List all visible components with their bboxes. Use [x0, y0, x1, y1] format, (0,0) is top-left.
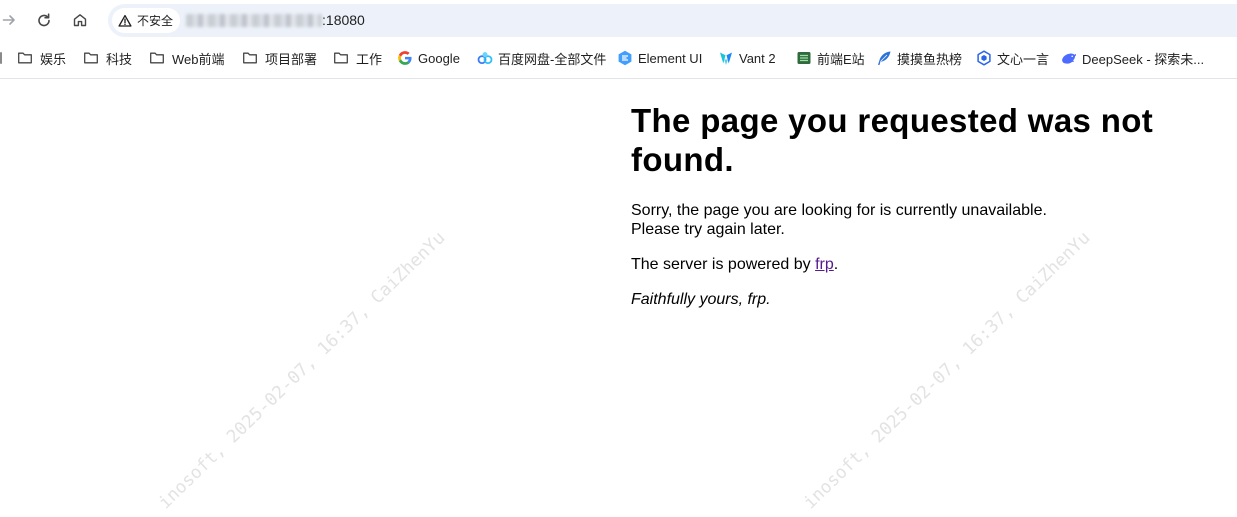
error-description-line-1: Sorry, the page you are looking for is c…: [631, 202, 1047, 219]
frp-link[interactable]: frp: [815, 256, 834, 273]
bookmark-momoyu[interactable]: 摸摸鱼热榜: [876, 45, 962, 71]
page-title: The page you requested was not found.: [631, 102, 1154, 178]
bookmark-frontend-e-station[interactable]: 前端E站: [796, 45, 865, 71]
bookmark-label: 娱乐: [40, 51, 67, 67]
bookmarks-bar: 娱乐 科技 Web前端 项目部署 工作 Google 百度网盘-全部文件 Ele…: [0, 44, 1237, 74]
reload-icon: [38, 13, 50, 27]
home-icon: [73, 14, 87, 27]
signature-text: Faithfully yours, frp.: [631, 291, 771, 308]
folder-icon: [243, 52, 257, 64]
bookmark-label: Google: [418, 50, 460, 66]
bookmark-element-ui[interactable]: Element UI: [617, 45, 702, 71]
security-label: 不安全: [137, 14, 174, 28]
bookmark-baidu-netdisk[interactable]: 百度网盘-全部文件: [477, 45, 606, 71]
folder-icon: [334, 52, 348, 64]
bookmark-label: 文心一言: [997, 51, 1050, 67]
baidu-netdisk-icon: [477, 52, 493, 65]
warning-triangle-icon: [118, 14, 132, 27]
folder-icon: [84, 52, 98, 64]
bookmark-google[interactable]: Google: [397, 45, 460, 71]
security-chip[interactable]: 不安全: [112, 8, 181, 33]
browser-chrome: 不安全 :18080 娱乐 科技 Web前端 项目部署 工作 Google 百度…: [0, 0, 1237, 79]
signature: Faithfully yours, frp.: [631, 290, 1191, 309]
powered-by-prefix: The server is powered by: [631, 256, 816, 273]
watermark-left: inosoft, 2025-02-07, 16:37, CaiZhenYu: [155, 228, 450, 514]
powered-by-suffix: .: [833, 256, 839, 273]
bookmark-folder-work[interactable]: 工作: [333, 45, 382, 71]
bookmark-label: 摸摸鱼热榜: [897, 51, 963, 67]
error-description: Sorry, the page you are looking for is c…: [631, 201, 1191, 239]
bookmark-label: Vant 2: [739, 50, 776, 66]
address-bar[interactable]: 不安全 :18080: [108, 4, 1237, 37]
folder-icon: [18, 52, 32, 64]
bookmark-label: Element UI: [638, 50, 703, 66]
home-button[interactable]: [64, 4, 96, 36]
google-icon: [398, 51, 412, 65]
powered-by-text: The server is powered by frp.: [631, 255, 1191, 274]
bookmark-label: 工作: [356, 51, 383, 67]
error-message-panel: The page you requested was not found. So…: [631, 101, 1191, 325]
bookmark-label: Web前端: [172, 51, 225, 67]
bookmark-folder-yule[interactable]: 娱乐: [17, 45, 66, 71]
arrow-forward-icon: [2, 15, 15, 25]
bookmark-label: 项目部署: [265, 51, 318, 67]
bookmark-label: 科技: [106, 51, 133, 67]
bookmark-deepseek[interactable]: DeepSeek - 探索未...: [1061, 45, 1204, 71]
url-host-redacted[interactable]: [186, 14, 323, 27]
deepseek-icon: [1062, 53, 1076, 64]
bookmark-wenxin-yiyan[interactable]: 文心一言: [976, 45, 1049, 71]
error-description-line-2: Please try again later.: [631, 221, 785, 238]
bookmark-bar-edge: [0, 52, 2, 64]
reload-button[interactable]: [28, 4, 60, 36]
bookmark-vant[interactable]: Vant 2: [718, 45, 776, 71]
frontend-e-station-icon: [797, 52, 811, 64]
url-port-text[interactable]: :18080: [322, 4, 365, 37]
bookmark-folder-keji[interactable]: 科技: [83, 45, 132, 71]
bookmark-folder-web-frontend[interactable]: Web前端: [149, 45, 225, 71]
wenxin-yiyan-icon: [977, 50, 991, 66]
bookmark-label: DeepSeek - 探索未...: [1082, 51, 1205, 67]
bookmark-label: 前端E站: [817, 51, 865, 67]
bookmark-folder-deploy[interactable]: 项目部署: [242, 45, 317, 71]
bookmark-label: 百度网盘-全部文件: [498, 51, 607, 67]
folder-icon: [150, 52, 164, 64]
vant-icon: [720, 52, 732, 65]
forward-button[interactable]: [0, 4, 18, 36]
momoyu-icon: [878, 51, 891, 66]
element-ui-icon: [618, 50, 632, 66]
